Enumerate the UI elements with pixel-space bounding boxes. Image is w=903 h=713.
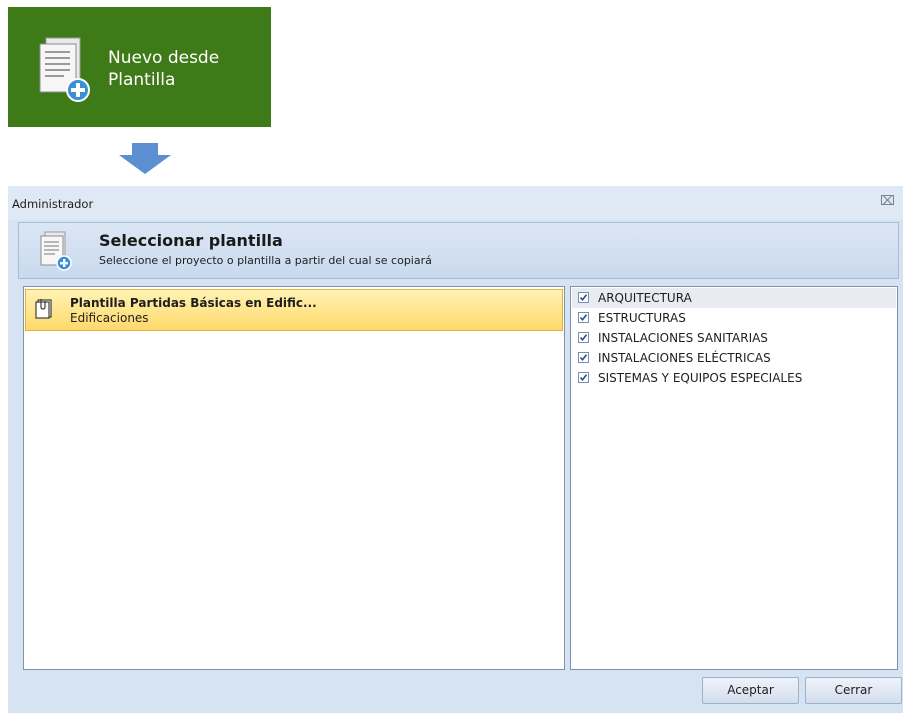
template-dialog: Administrador ⌧ Seleccionar plantilla Se…: [8, 186, 903, 713]
dialog-header: Seleccionar plantilla Seleccione el proy…: [18, 222, 899, 279]
ribbon-label-line2: Plantilla: [108, 70, 176, 90]
check-icon: [579, 314, 588, 322]
checkbox[interactable]: [578, 332, 589, 343]
category-label: INSTALACIONES SANITARIAS: [598, 331, 768, 345]
check-icon: [579, 374, 588, 382]
category-label: ARQUITECTURA: [598, 291, 692, 305]
checkbox[interactable]: [578, 352, 589, 363]
dialog-title: Administrador: [12, 197, 94, 211]
close-button[interactable]: Cerrar: [805, 677, 902, 704]
category-row-arquitectura[interactable]: ARQUITECTURA: [572, 288, 896, 308]
category-row-sistemas-y-equipos-especiales[interactable]: SISTEMAS Y EQUIPOS ESPECIALES: [572, 368, 896, 388]
template-item-name: Plantilla Partidas Básicas en Edific...: [70, 296, 317, 310]
check-icon: [579, 354, 588, 362]
close-icon[interactable]: ⌧: [880, 195, 895, 209]
new-from-template-button[interactable]: Nuevo desde Plantilla: [8, 7, 271, 127]
new-from-template-icon: [39, 37, 90, 102]
category-label: SISTEMAS Y EQUIPOS ESPECIALES: [598, 371, 803, 385]
dialog-header-subtitle: Seleccione el proyecto o plantilla a par…: [99, 254, 432, 267]
new-from-template-icon: [40, 231, 72, 271]
check-icon: [579, 294, 588, 302]
checkbox[interactable]: [578, 312, 589, 323]
category-label: ESTRUCTURAS: [598, 311, 686, 325]
checkbox[interactable]: [578, 292, 589, 303]
clipboard-icon: [35, 299, 52, 319]
checkbox[interactable]: [578, 372, 589, 383]
category-row-estructuras[interactable]: ESTRUCTURAS: [572, 308, 896, 328]
category-row-instalaciones-sanitarias[interactable]: INSTALACIONES SANITARIAS: [572, 328, 896, 348]
category-row-instalaciones-electricas[interactable]: INSTALACIONES ELÉCTRICAS: [572, 348, 896, 368]
check-icon: [579, 334, 588, 342]
down-arrow-icon: [119, 143, 171, 174]
dialog-titlebar: Administrador ⌧: [8, 186, 903, 220]
category-list: ARQUITECTURA ESTRUCTURAS INSTALACIONES S…: [570, 286, 898, 670]
dialog-header-title: Seleccionar plantilla: [99, 231, 283, 250]
category-label: INSTALACIONES ELÉCTRICAS: [598, 351, 771, 365]
accept-button[interactable]: Aceptar: [702, 677, 799, 704]
new-from-template-label: Nuevo desde Plantilla: [108, 47, 268, 91]
template-list: Plantilla Partidas Básicas en Edific... …: [23, 286, 565, 670]
ribbon-label-line1: Nuevo desde: [108, 48, 220, 68]
template-item-category: Edificaciones: [70, 311, 149, 325]
template-item[interactable]: Plantilla Partidas Básicas en Edific... …: [25, 289, 563, 331]
